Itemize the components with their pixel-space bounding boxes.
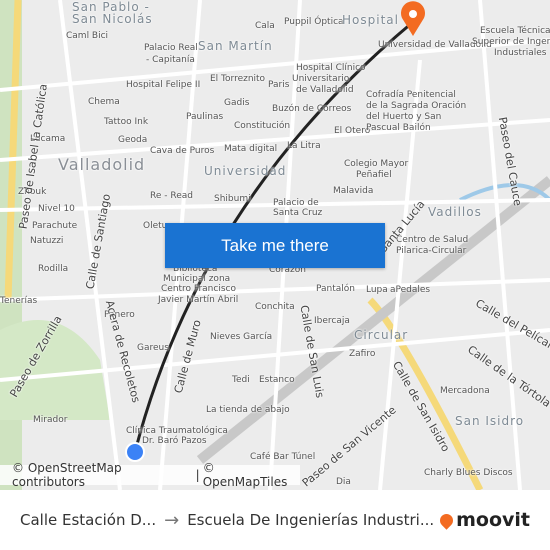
map-label: Peñafiel xyxy=(356,170,392,180)
map-label: El Otero xyxy=(334,126,371,136)
map[interactable]: San Pablo - San Nicolás Caml Bici Palaci… xyxy=(0,0,550,490)
map-label: La Litra xyxy=(287,141,321,151)
map-label: Palacio Real xyxy=(144,43,198,53)
map-label: Pantalón xyxy=(316,284,355,294)
map-label: Escuela Técnica xyxy=(480,26,550,36)
map-label: Natuzzi xyxy=(30,236,64,246)
map-label: Industriales xyxy=(494,48,547,58)
map-label: Gareus xyxy=(137,343,169,353)
map-label: Estanco xyxy=(259,375,295,385)
map-label: Hospital Clínico xyxy=(296,63,366,73)
map-label: Paris xyxy=(268,80,290,90)
destination-name: Escuela De Ingenierías Industri... xyxy=(187,511,435,529)
map-label: San Nicolás xyxy=(72,12,153,26)
map-label: Mata digital xyxy=(224,144,278,154)
arrow-right-icon: → xyxy=(164,509,180,531)
map-label: Mercadona xyxy=(440,386,490,396)
map-label: Mirador xyxy=(33,415,68,425)
map-label: Geoda xyxy=(118,135,148,145)
map-label: Dr. Baró Pazos xyxy=(142,436,207,446)
map-label: Parachute xyxy=(32,221,78,231)
map-label: Paulinas xyxy=(186,112,224,122)
map-label: Malavida xyxy=(333,186,374,196)
map-label: de la Sagrada Oración xyxy=(366,101,467,111)
map-label: Zafiro xyxy=(349,349,376,359)
map-label: Cofradía Penitencial xyxy=(366,90,456,100)
map-label: Tedi xyxy=(232,375,250,385)
map-label: Shibumi xyxy=(214,194,251,204)
map-label: Caml Bici xyxy=(66,31,109,41)
osm-attribution-link[interactable]: © OpenStreetMap contributors xyxy=(12,461,193,489)
map-label: Ibercaja xyxy=(314,316,350,326)
map-label: Municipal zona xyxy=(163,274,231,284)
map-label: de Valladolid xyxy=(296,85,354,95)
map-label: Centro Francisco xyxy=(161,284,236,294)
map-label: Gadis xyxy=(224,98,250,108)
map-label: Nivel 10 xyxy=(38,204,75,214)
map-label: El Torreznito xyxy=(210,74,266,84)
map-label: Nieves García xyxy=(210,332,273,342)
map-label: Charly Blues Discos xyxy=(424,468,513,478)
map-label: Conchita xyxy=(255,302,295,312)
map-label: del Huerto y San xyxy=(366,112,442,122)
origin-name: Calle Estación D... xyxy=(20,511,157,529)
map-label: Constitución xyxy=(234,121,291,131)
map-label: La tienda de abajo xyxy=(206,405,290,415)
map-label: Hospital xyxy=(342,13,399,27)
map-label: Dia xyxy=(336,477,351,487)
take-me-there-button[interactable]: Take me there xyxy=(165,223,385,268)
map-label: Palacio de xyxy=(273,198,319,208)
map-label: Buzón de Correos xyxy=(272,104,352,114)
route-footer: Calle Estación D... → Escuela De Ingenie… xyxy=(0,490,550,550)
map-label: Superior de Ingenieros xyxy=(472,37,550,47)
moovit-pin-icon xyxy=(437,510,456,530)
openmaptiles-attribution-link[interactable]: © OpenMapTiles xyxy=(203,461,300,489)
map-label: Santa Cruz xyxy=(273,208,323,218)
map-label: Chema xyxy=(88,97,120,107)
map-label: Pilarica-Circular xyxy=(396,246,467,256)
map-label: Cava de Puros xyxy=(150,146,215,156)
moovit-logo: moovit xyxy=(437,509,530,531)
map-label: Tattoo Ink xyxy=(104,117,149,127)
map-label: Valladolid xyxy=(58,155,146,174)
map-label: Puppil Óptica xyxy=(284,17,344,27)
map-label: Pascual Bailón xyxy=(366,123,431,133)
map-label: Universidad xyxy=(204,164,287,178)
map-attribution: © OpenStreetMap contributors | © OpenMap… xyxy=(0,461,300,489)
map-label: Re - Read xyxy=(150,191,193,201)
map-label: Lupa xyxy=(366,285,388,295)
map-label: Circular xyxy=(354,328,409,342)
map-label: Rodilla xyxy=(38,264,69,274)
map-label: - Capitanía xyxy=(146,55,195,65)
map-label: Centro de Salud xyxy=(396,235,469,245)
map-label: Universitario xyxy=(292,74,350,84)
map-label: Colegio Mayor xyxy=(344,159,409,169)
map-label: Cala xyxy=(255,21,275,31)
map-label: Vadillos xyxy=(428,205,482,219)
map-label: aPedales xyxy=(390,285,431,295)
brand-name: moovit xyxy=(456,509,530,531)
map-label: Clínica Traumatológica xyxy=(126,426,228,436)
map-label: Oletu xyxy=(143,221,168,231)
map-label: Tenerías xyxy=(0,296,38,306)
map-label: Javier Martín Abril xyxy=(158,295,239,305)
map-label: Hospital Felipe II xyxy=(126,80,201,90)
map-label: San Isidro xyxy=(455,414,525,428)
map-label: San Martín xyxy=(198,39,273,53)
attribution-separator: | xyxy=(195,468,200,482)
